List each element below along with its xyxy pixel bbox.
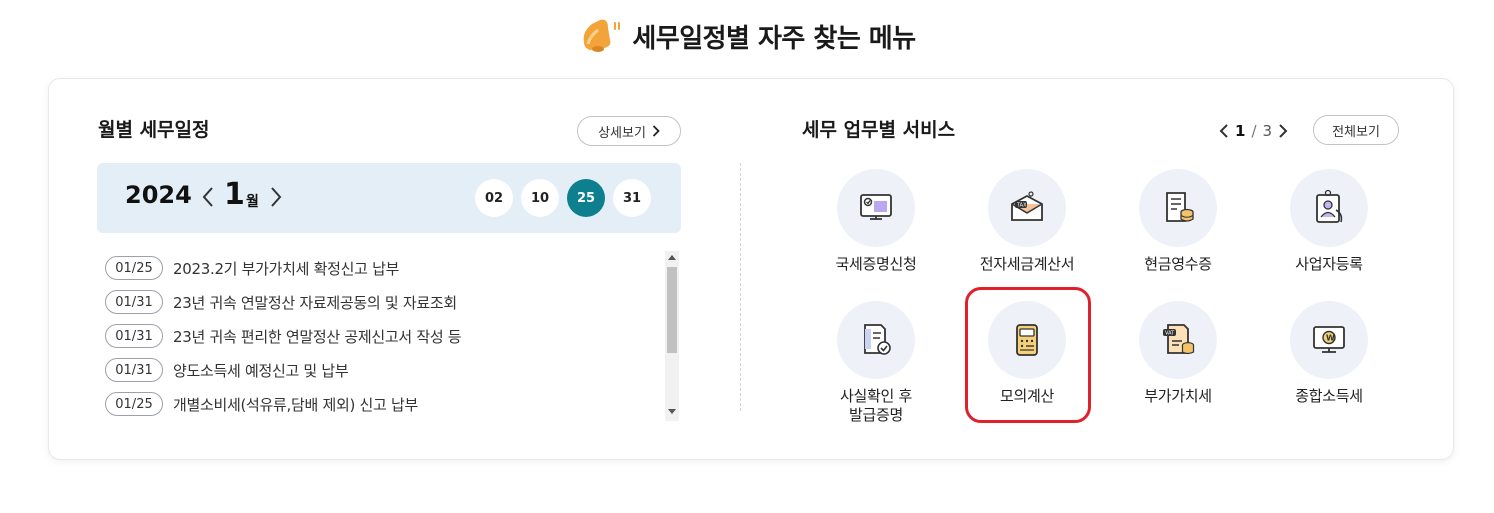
svg-text:W: W (1326, 334, 1335, 343)
prev-month-icon[interactable] (201, 185, 215, 209)
business-person-icon (1316, 189, 1343, 223)
day-chip[interactable]: 31 (613, 179, 651, 217)
prev-page-icon[interactable] (1219, 123, 1229, 139)
schedule-item[interactable]: 01/25 개별소비세(석유류,담배 제외) 신고 납부 (105, 391, 418, 417)
year-label: 2024 (125, 181, 192, 209)
service-label: 사실확인 후 발급증명 (840, 387, 912, 425)
services-title: 세무 업무별 서비스 (802, 119, 956, 141)
service-e-tax-invoice[interactable]: TAX 전자세금계산서 (962, 169, 1092, 274)
service-label: 현금영수증 (1144, 255, 1212, 273)
schedule-date-badge: 01/25 (105, 256, 163, 280)
scroll-up-icon[interactable] (668, 255, 676, 260)
panel-divider (740, 163, 741, 411)
receipt-coins-icon (1166, 192, 1194, 222)
view-all-button[interactable]: 전체보기 (1313, 115, 1399, 145)
income-tax-monitor-icon: W (1313, 326, 1345, 353)
service-label: 전자세금계산서 (979, 255, 1075, 273)
schedule-text: 2023.2기 부가가치세 확정신고 납부 (173, 259, 400, 278)
service-icon-circle (1290, 169, 1368, 247)
service-icon-circle (837, 301, 915, 379)
schedule-text: 개별소비세(석유류,담배 제외) 신고 납부 (173, 395, 418, 414)
month-unit: 월 (246, 194, 259, 210)
detail-button-label: 상세보기 (598, 125, 646, 141)
schedule-date-badge: 01/25 (105, 392, 163, 416)
month-selector: 2024 1 월 02 10 25 31 (97, 163, 681, 233)
service-label: 부가가치세 (1144, 387, 1212, 405)
schedule-scrollbar[interactable] (665, 251, 679, 421)
service-label: 사업자등록 (1295, 255, 1363, 273)
monitor-certificate-icon (860, 194, 892, 220)
service-icon-circle: W (1290, 301, 1368, 379)
day-chip[interactable]: 10 (521, 179, 559, 217)
section-header: 세무일정별 자주 찾는 메뉴 (0, 14, 1494, 58)
schedule-item[interactable]: 01/25 2023.2기 부가가치세 확정신고 납부 (105, 255, 399, 281)
schedule-text: 양도소득세 예정신고 및 납부 (173, 361, 349, 380)
service-icon-circle (837, 169, 915, 247)
chevron-right-icon (652, 125, 660, 137)
vat-document-icon: VAT (1163, 324, 1195, 355)
highlight-box (965, 287, 1091, 423)
schedule-date-badge: 01/31 (105, 358, 163, 382)
section-title: 세무일정별 자주 찾는 메뉴 (632, 23, 916, 54)
schedule-item[interactable]: 01/31 양도소득세 예정신고 및 납부 (105, 357, 349, 383)
schedule-text: 23년 귀속 편리한 연말정산 공제신고서 작성 등 (173, 327, 462, 346)
document-check-icon (864, 324, 891, 355)
svg-text:TAX: TAX (1016, 203, 1027, 209)
svg-text:VAT: VAT (1165, 331, 1175, 337)
schedule-list: 01/25 2023.2기 부가가치세 확정신고 납부 01/31 23년 귀속… (105, 255, 665, 425)
service-income-tax[interactable]: W 종합소득세 (1264, 301, 1394, 406)
schedule-date-badge: 01/31 (105, 324, 163, 348)
scroll-down-icon[interactable] (668, 409, 676, 414)
service-icon-circle (1139, 169, 1217, 247)
next-page-icon[interactable] (1278, 123, 1288, 139)
service-label-line2: 발급증명 (848, 406, 903, 424)
service-icon-circle: VAT (1139, 301, 1217, 379)
page-current: 1 (1235, 122, 1246, 140)
tax-envelope-icon: TAX (1011, 191, 1043, 221)
schedule-title: 월별 세무일정 (98, 119, 210, 141)
service-icon-circle: TAX (988, 169, 1066, 247)
service-cash-receipt[interactable]: 현금영수증 (1113, 169, 1243, 274)
service-label-line1: 사실확인 후 (840, 387, 912, 405)
page-total: 3 (1262, 122, 1273, 140)
schedule-detail-button[interactable]: 상세보기 (577, 116, 681, 146)
day-chip-active[interactable]: 25 (567, 179, 605, 217)
next-month-icon[interactable] (269, 185, 283, 209)
tax-schedule-card: 월별 세무일정 상세보기 2024 1 월 02 10 25 31 01/25 … (48, 78, 1454, 460)
schedule-item[interactable]: 01/31 23년 귀속 연말정산 자료제공동의 및 자료조회 (105, 289, 457, 315)
schedule-item[interactable]: 01/31 23년 귀속 편리한 연말정산 공제신고서 작성 등 (105, 323, 462, 349)
scroll-thumb[interactable] (667, 267, 677, 353)
bell-icon (584, 19, 621, 52)
schedule-text: 23년 귀속 연말정산 자료제공동의 및 자료조회 (173, 293, 457, 312)
month-label: 1 (224, 177, 245, 212)
page-separator: / (1251, 122, 1257, 140)
service-label: 국세증명신청 (835, 255, 917, 273)
day-chip[interactable]: 02 (475, 179, 513, 217)
schedule-date-badge: 01/31 (105, 290, 163, 314)
service-fact-confirmation[interactable]: 사실확인 후 발급증명 (811, 301, 941, 425)
service-certificate-request[interactable]: 국세증명신청 (811, 169, 941, 274)
service-vat[interactable]: VAT 부가가치세 (1113, 301, 1243, 406)
services-pager: 1 / 3 (1219, 119, 1288, 143)
service-label: 종합소득세 (1295, 387, 1363, 405)
service-business-registration[interactable]: 사업자등록 (1264, 169, 1394, 274)
